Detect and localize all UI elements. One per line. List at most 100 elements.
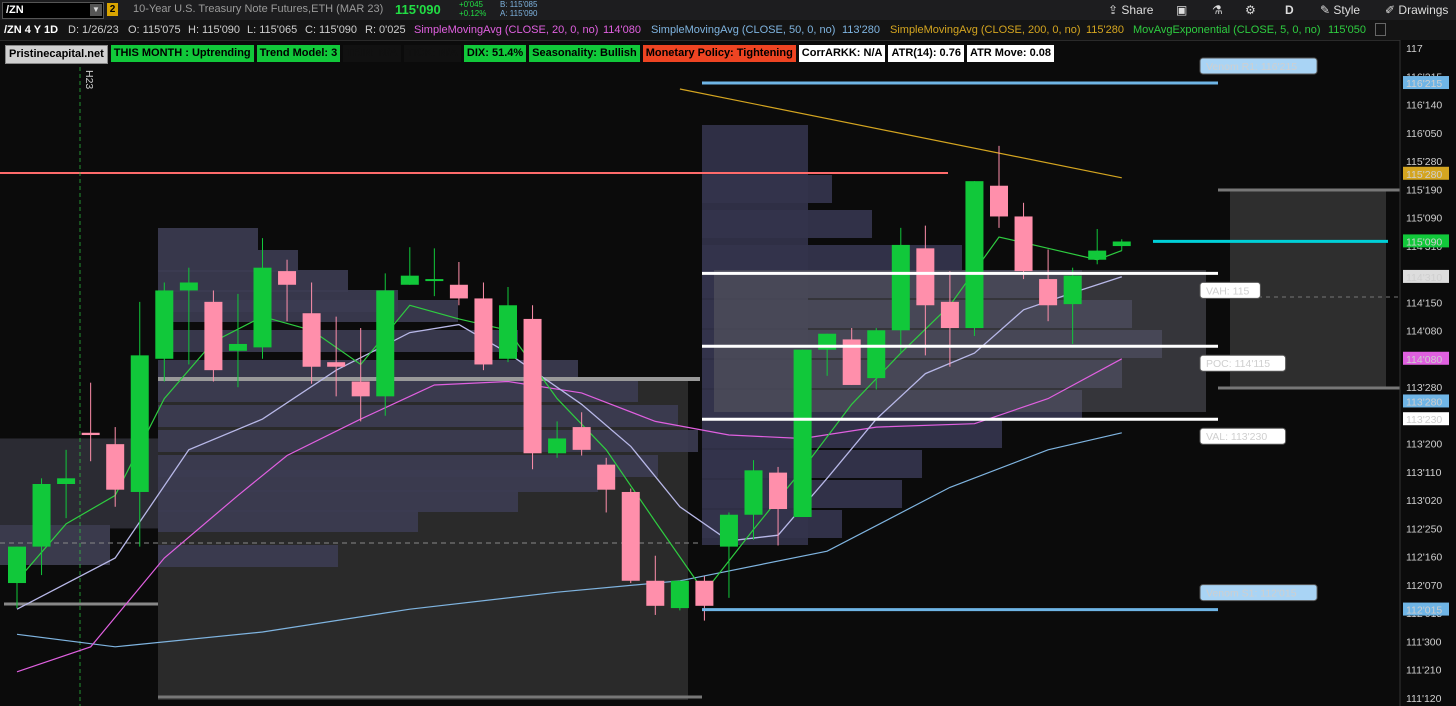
profile-bar: [158, 510, 418, 532]
axis-tick-label: 114'080: [1406, 326, 1442, 338]
axis-tick-label: 116'140: [1406, 100, 1442, 112]
candle-up: [8, 546, 26, 584]
axis-tick-label: 115'090: [1406, 213, 1442, 225]
candle-up: [57, 478, 76, 484]
axis-tick-label: 111'210: [1406, 665, 1442, 677]
indicator-tag: Seasonality: Bullish: [529, 45, 640, 62]
profile-bar: [158, 545, 338, 567]
indicator-tag: Trend Model: 3: [256, 45, 341, 62]
profile-bar: [158, 250, 298, 272]
candle-up: [670, 580, 689, 609]
candle-down: [916, 248, 935, 306]
candle-up: [867, 330, 886, 379]
price-badge-label: 113'280: [1406, 396, 1442, 408]
price-badge-label: 113'230: [1406, 414, 1442, 426]
axis-tick-label: 111'120: [1406, 693, 1442, 705]
candle-down: [302, 313, 321, 367]
candle-up: [228, 343, 247, 351]
indicator-tag: TRIN: N/A: [343, 45, 401, 62]
price-chart[interactable]: H23 Venom R1: 116'215 VAH: 115 POC: 114'11…: [0, 0, 1456, 706]
axis-tick-label: 112'160: [1406, 552, 1442, 564]
candle-down: [1039, 279, 1058, 306]
candle-down: [940, 301, 959, 329]
level-label: VAL: 113'230: [1206, 431, 1267, 443]
candle-up: [179, 282, 198, 291]
indicator-tag: Pristinecapital.net: [5, 45, 108, 64]
price-badge-label: 114'080: [1406, 354, 1442, 366]
axis-tick-label: 117: [1406, 43, 1423, 55]
candle-down: [646, 580, 665, 606]
candle-up: [719, 514, 738, 547]
candle-up: [130, 355, 149, 492]
candle-down: [769, 472, 788, 510]
candle-down: [449, 284, 468, 299]
candle-up: [891, 244, 910, 331]
profile-bar: [702, 175, 832, 203]
candle-up: [1088, 250, 1107, 260]
level-label: POC: 114'115: [1206, 358, 1270, 370]
candle-up: [1112, 241, 1131, 247]
profile-bar: [702, 450, 922, 478]
level-label: Venom S1: 112'015: [1206, 588, 1297, 600]
axis-tick-label: 113'110: [1406, 467, 1442, 479]
candle-up: [965, 181, 984, 329]
candle-up: [400, 275, 419, 285]
axis-tick-label: 116'050: [1406, 128, 1442, 140]
candle-up: [155, 290, 174, 359]
candle-down: [278, 271, 297, 285]
candle-up: [744, 470, 763, 515]
candle-up: [32, 484, 51, 547]
candle-up: [793, 349, 812, 518]
indicator-tag: DIX: 51.4%: [463, 45, 527, 62]
axis-tick-label: 115'190: [1406, 184, 1442, 196]
candle-down: [351, 381, 370, 397]
candle-down: [204, 301, 223, 371]
price-badge-label: 112'015: [1406, 605, 1442, 617]
profile-bar: [158, 490, 518, 512]
profile-bar: [158, 405, 678, 427]
candle-up: [499, 305, 517, 359]
profile-bar: [702, 210, 872, 238]
candle-up: [1063, 275, 1082, 305]
candle-down: [597, 464, 616, 490]
candle-up: [548, 438, 567, 454]
candle-up: [253, 267, 272, 348]
candle-up: [425, 279, 444, 282]
axis-tick-label: 113'200: [1406, 439, 1442, 451]
price-badge-label: 115'090: [1406, 236, 1442, 248]
axis-tick-label: 112'250: [1406, 523, 1442, 535]
axis-tick-label: 111'300: [1406, 636, 1442, 648]
profile-bar: [158, 228, 258, 250]
profile-bar: [158, 470, 598, 492]
level-label: Venom R1: 116'215: [1206, 61, 1297, 73]
candle-down: [621, 491, 640, 581]
price-badge-label: 115'280: [1406, 169, 1442, 181]
profile-bar: [158, 430, 698, 452]
candle-up: [376, 290, 395, 397]
indicator-tag: THIS MONTH : Uptrending: [110, 45, 254, 62]
indicator-tag: CorrARKK: N/A: [798, 45, 886, 62]
axis-tick-label: 114'150: [1406, 297, 1442, 309]
candle-down: [474, 298, 493, 365]
price-badge-label: 116'215: [1406, 78, 1442, 90]
candle-down: [695, 580, 714, 606]
axis-tick-label: 112'070: [1406, 580, 1442, 592]
candle-down: [81, 432, 100, 436]
candle-down: [523, 318, 542, 454]
axis-tick-label: 115'280: [1406, 156, 1442, 168]
candle-down: [572, 427, 591, 450]
indicator-tag: ATR(14): 0.76: [888, 45, 964, 62]
candle-down: [1014, 216, 1033, 272]
axis-tick-label: 113'020: [1406, 495, 1442, 507]
candle-down: [327, 362, 346, 367]
session-marker-label: H23: [83, 70, 95, 89]
axis-tick-label: 113'280: [1406, 382, 1442, 394]
price-badge-label: 114'310: [1406, 272, 1442, 284]
indicator-tag: ATR Move: 0.08: [966, 45, 1055, 62]
indicator-tag: Monetary Policy: Tightening: [642, 45, 796, 62]
candle-down: [106, 444, 125, 490]
indicator-tag: TICK: N/A: [403, 45, 461, 62]
level-label: VAH: 115: [1206, 285, 1250, 297]
candle-down: [990, 185, 1008, 217]
price-axis: 117 116'215 116'140 116'050 115'280 115'190 11…: [1399, 40, 1456, 706]
